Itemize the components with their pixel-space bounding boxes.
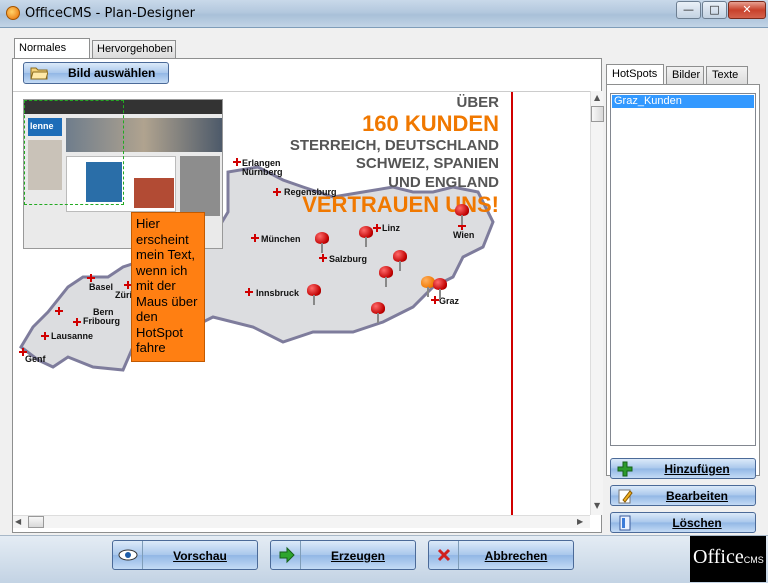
window-title: OfficeCMS - Plan-Designer [25,6,196,21]
city-label: Nürnberg [242,167,283,177]
city-label: Wien [453,230,475,240]
city-marker-icon [251,234,259,242]
headline-line-1: ÜBER [456,94,499,111]
headline-line-3: STERREICH, DEUTSCHLAND [289,137,499,154]
select-image-label: Bild auswählen [68,66,156,80]
city-label: Regensburg [284,187,337,197]
list-item[interactable]: Graz_Kunden [612,95,754,108]
city-label: Genf [25,354,46,364]
app-icon [6,6,20,20]
city-marker-icon [373,224,381,232]
officecms-logo: OfficeCMS [690,536,766,582]
close-button[interactable]: ✕ [728,1,766,19]
hotspot-tab-panel: Graz_Kunden [606,84,760,476]
logo-sub-text: CMS [743,555,764,565]
scroll-down-icon[interactable]: ▼ [594,501,600,510]
tab-hotspots[interactable]: HotSpots [606,64,664,84]
city-label: Lausanne [51,331,94,341]
city-marker-icon [41,332,49,340]
preview-label: Vorschau [173,549,227,563]
eye-icon [113,541,143,569]
pushpin-icon[interactable] [315,232,329,254]
plan-canvas[interactable]: lenne ÜBER 160 KUNDEN STERREICH, DEUTSCH… [13,91,590,515]
edit-hotspot-button[interactable]: Bearbeiten [610,485,756,506]
pushpin-icon[interactable] [455,204,469,226]
city-label: Basel [89,282,114,292]
title-bar: OfficeCMS - Plan-Designer — □ ✕ [0,0,768,28]
cancel-x-icon [429,541,459,569]
vertical-scrollbar[interactable]: ▲ ▼ [590,91,604,515]
horizontal-scrollbar[interactable]: ◀ ▶ [13,515,590,528]
delete-hotspot-button[interactable]: Löschen [610,512,756,533]
headline-line-2: 160 KUNDEN [362,111,499,136]
city-label: Salzburg [329,254,368,264]
city-marker-icon [87,274,95,282]
tab-normal-image[interactable]: Normales Bild [14,38,90,72]
vertical-scroll-thumb[interactable] [591,106,604,122]
city-label: Fribourg [83,316,120,326]
generate-label: Erzeugen [330,549,385,563]
city-label: Innsbruck [256,288,300,298]
tab-bilder[interactable]: Bilder [666,66,704,84]
hotspot-tooltip: Hier erscheint mein Text, wenn ich mit d… [131,212,205,362]
scroll-up-icon[interactable]: ▲ [594,93,600,102]
pushpin-icon[interactable] [379,266,393,288]
image-tab-panel: Bild auswählen lenne ÜBER 160 KUNDEN STE… [12,58,604,533]
city-label: Linz [382,223,400,233]
city-marker-icon [273,188,281,196]
pushpin-icon[interactable] [359,226,373,248]
pushpin-icon[interactable] [393,250,407,272]
add-hotspot-button[interactable]: Hinzufügen [610,458,756,479]
pushpin-icon[interactable] [307,284,321,306]
tab-highlighted[interactable]: Hervorgehoben [92,40,176,58]
city-marker-icon [233,158,241,166]
city-marker-icon [319,254,327,262]
minimize-button[interactable]: — [676,1,701,19]
pushpin-icon[interactable] [371,302,385,324]
logo-text: Office [693,546,744,568]
city-marker-icon [73,318,81,326]
arrow-right-icon [271,541,301,569]
maximize-button[interactable]: □ [702,1,727,19]
hotspot-list[interactable]: Graz_Kunden [610,93,756,446]
delete-hotspot-label: Löschen [672,516,722,530]
city-label: München [261,234,301,244]
preview-button[interactable]: Vorschau [112,540,258,570]
headline-line-5: UND ENGLAND [388,174,499,191]
folder-open-icon [30,67,48,80]
scroll-left-icon[interactable]: ◀ [15,517,21,526]
select-image-button[interactable]: Bild auswählen [23,62,169,84]
edit-hotspot-label: Bearbeiten [665,489,729,503]
generate-button[interactable]: Erzeugen [270,540,416,570]
pushpin-icon[interactable] [433,278,447,300]
cancel-label: Abbrechen [484,549,548,563]
horizontal-scroll-thumb[interactable] [28,516,44,528]
city-marker-icon [245,288,253,296]
cancel-button[interactable]: Abbrechen [428,540,574,570]
headline-line-4: SCHWEIZ, SPANIEN [355,155,499,172]
city-marker-icon [55,307,63,315]
tab-texte[interactable]: Texte [706,66,748,84]
add-hotspot-label: Hinzufügen [664,462,730,476]
bottom-toolbar: Vorschau Erzeugen Abbrechen [0,535,768,583]
scroll-right-icon[interactable]: ▶ [577,517,583,526]
guide-line [511,92,513,515]
